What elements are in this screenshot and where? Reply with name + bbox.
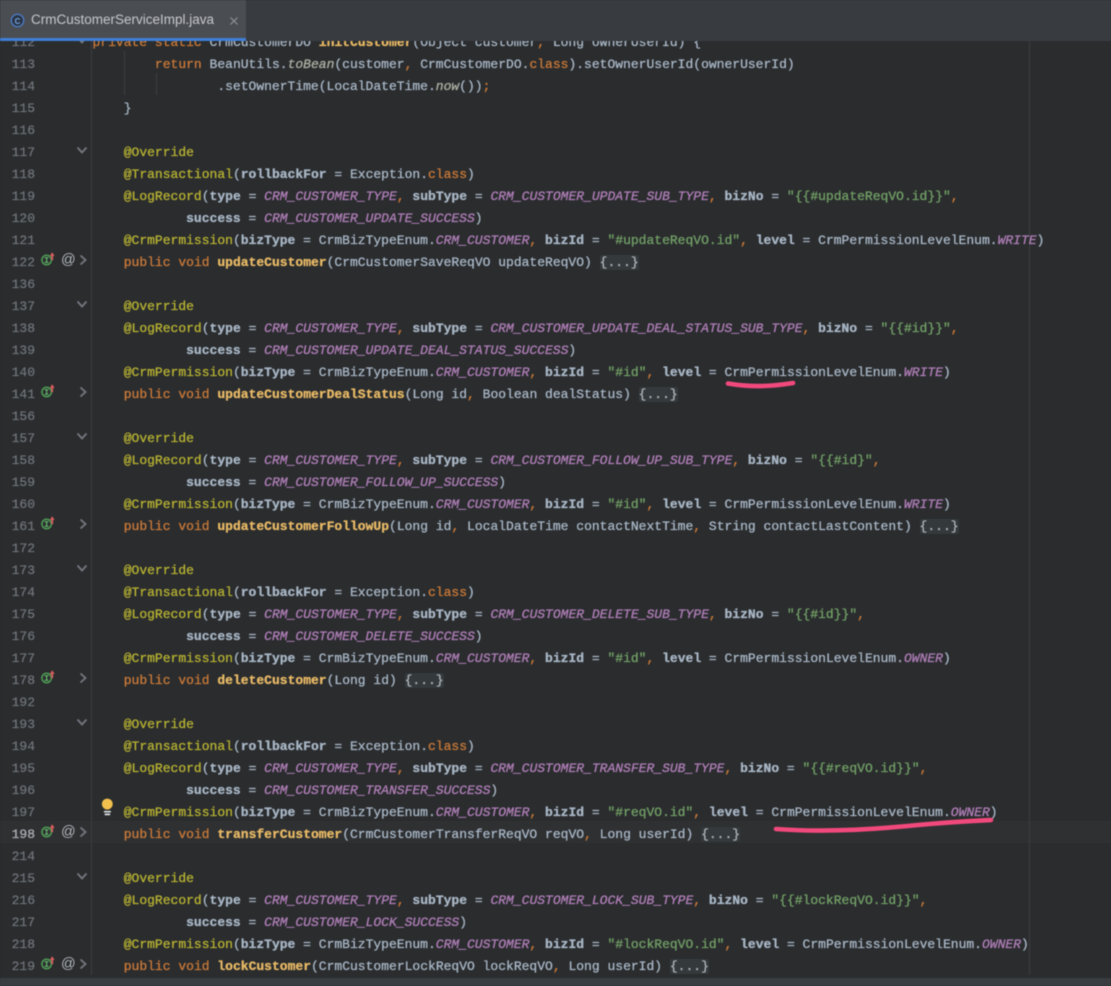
svg-text:C: C bbox=[15, 17, 21, 26]
